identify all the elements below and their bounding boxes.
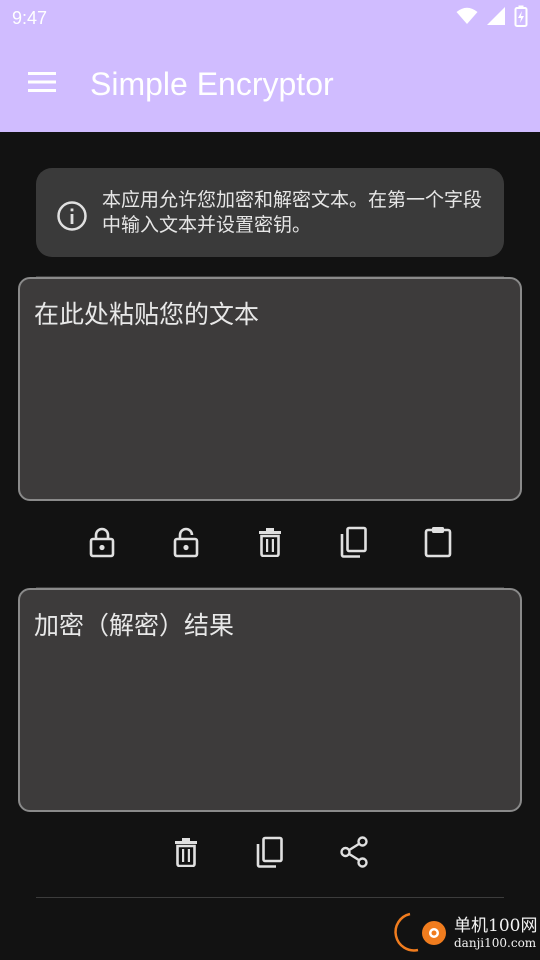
input-textarea[interactable] (20, 279, 520, 499)
watermark-logo-icon (388, 908, 448, 958)
info-card: 本应用允许您加密和解密文本。在第一个字段中输入文本并设置密钥。 (36, 168, 504, 257)
paste-button[interactable] (414, 520, 462, 568)
delete-icon (258, 527, 282, 561)
result-text-field[interactable] (18, 588, 522, 812)
share-result-button[interactable] (330, 830, 378, 878)
share-icon (339, 836, 369, 872)
copy-icon (256, 836, 284, 872)
watermark-text: 单机100网 (454, 916, 538, 936)
copy-input-button[interactable] (330, 520, 378, 568)
status-bar: 9:47 (0, 0, 540, 36)
lock-icon (89, 526, 115, 562)
info-icon (56, 200, 88, 232)
app-bar: Simple Encryptor (0, 36, 540, 132)
system-icons (456, 5, 528, 31)
unlock-icon (173, 526, 199, 562)
divider (36, 897, 504, 898)
battery-charging-icon (514, 5, 528, 31)
wifi-icon (456, 7, 478, 29)
watermark-url: danji100.com (454, 936, 537, 950)
result-textarea[interactable] (20, 590, 520, 810)
app-title: Simple Encryptor (90, 65, 334, 102)
input-text-field[interactable] (18, 277, 522, 501)
status-time: 9:47 (12, 7, 48, 28)
paste-icon (424, 526, 452, 562)
hamburger-menu-icon (28, 72, 56, 96)
copy-icon (340, 526, 368, 562)
encrypt-button[interactable] (78, 520, 126, 568)
watermark: 单机100网 danji100.com (388, 908, 538, 958)
menu-button[interactable] (14, 56, 70, 112)
signal-icon (486, 6, 506, 30)
delete-icon (174, 837, 198, 871)
info-message: 本应用允许您加密和解密文本。在第一个字段中输入文本并设置密钥。 (102, 189, 483, 236)
clear-result-button[interactable] (162, 830, 210, 878)
clear-input-button[interactable] (246, 520, 294, 568)
decrypt-button[interactable] (162, 520, 210, 568)
copy-result-button[interactable] (246, 830, 294, 878)
